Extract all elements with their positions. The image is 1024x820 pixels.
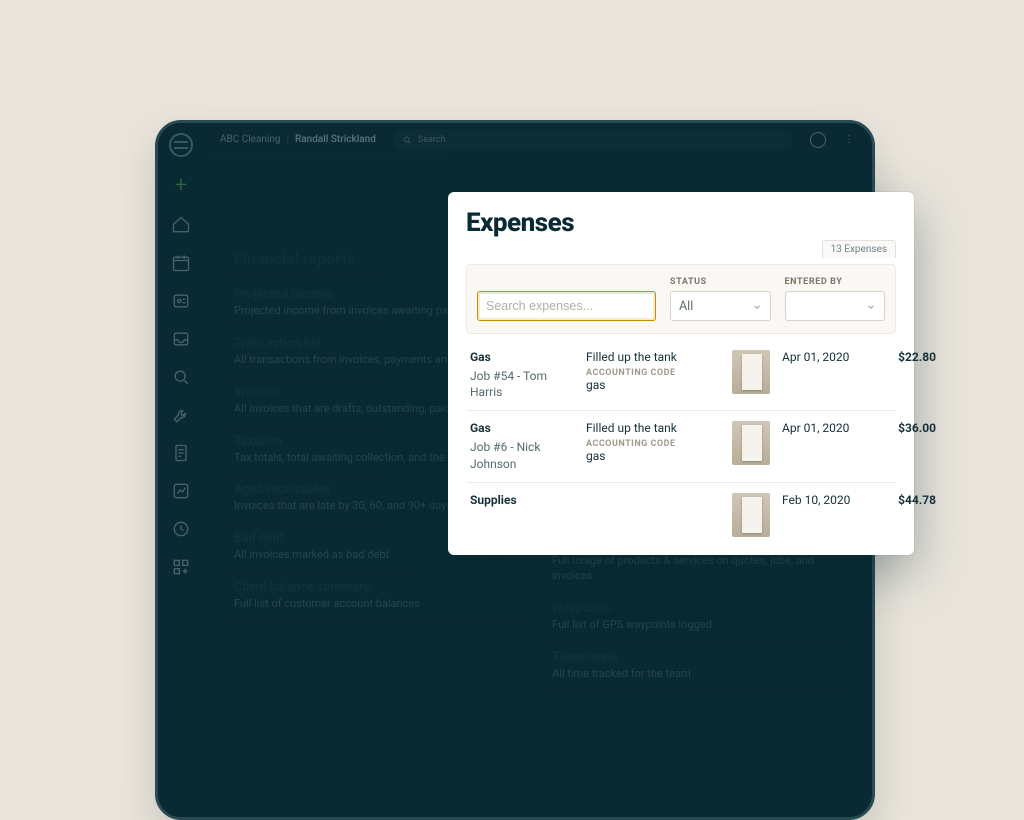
expense-amount: $22.80 bbox=[880, 350, 936, 364]
home-icon[interactable] bbox=[171, 215, 191, 235]
expense-amount: $36.00 bbox=[880, 421, 936, 435]
report-item[interactable]: Client balance summary Full list of custo… bbox=[232, 572, 526, 621]
breadcrumb-separator-icon: | bbox=[287, 134, 289, 145]
expenses-count-badge: 13 Expenses bbox=[822, 240, 896, 258]
more-icon[interactable]: ⋮ bbox=[844, 134, 856, 145]
receipt-thumb[interactable] bbox=[732, 493, 770, 537]
accounting-code: gas bbox=[586, 449, 726, 463]
inbox-icon[interactable] bbox=[171, 329, 191, 349]
accounting-code-label: ACCOUNTING CODE bbox=[586, 368, 726, 378]
chevron-down-icon bbox=[866, 301, 876, 311]
entered-by-select[interactable] bbox=[785, 291, 886, 321]
receipt-thumb[interactable] bbox=[732, 421, 770, 465]
create-icon[interactable]: + bbox=[175, 175, 187, 197]
search-expenses-input[interactable] bbox=[477, 291, 656, 321]
globe-icon[interactable] bbox=[810, 132, 826, 148]
apps-icon[interactable] bbox=[171, 557, 191, 577]
breadcrumb[interactable]: ABC Cleaning | Randall Strickland bbox=[220, 134, 376, 145]
entered-by-label: ENTERED BY bbox=[785, 277, 886, 287]
status-value: All bbox=[679, 299, 693, 314]
chart-icon[interactable] bbox=[171, 481, 191, 501]
expense-date: Apr 01, 2020 bbox=[782, 350, 874, 364]
status-select[interactable]: All bbox=[670, 291, 771, 321]
search-icon[interactable] bbox=[171, 367, 191, 387]
popup-title: Expenses bbox=[466, 208, 896, 238]
report-desc: Full list of GPS waypoints logged bbox=[552, 618, 842, 633]
expense-amount: $44.78 bbox=[880, 493, 936, 507]
breadcrumb-user: Randall Strickland bbox=[295, 134, 376, 145]
expense-row[interactable]: Gas Job #6 - Nick Johnson Filled up the ta… bbox=[466, 411, 896, 482]
breadcrumb-company: ABC Cleaning bbox=[220, 134, 281, 145]
search-icon bbox=[402, 135, 412, 145]
expense-job: Job #6 - Nick Johnson bbox=[470, 439, 580, 471]
accounting-code-label: ACCOUNTING CODE bbox=[586, 439, 726, 449]
clients-icon[interactable] bbox=[171, 291, 191, 311]
expense-name: Gas bbox=[470, 421, 580, 435]
report-desc: Full usage of products & services on quo… bbox=[552, 554, 842, 584]
report-item[interactable]: Waypoints Full list of GPS waypoints logg… bbox=[550, 593, 844, 642]
report-title: Timesheets bbox=[552, 650, 842, 665]
report-desc: Full list of customer account balances bbox=[234, 597, 524, 612]
expense-name: Supplies bbox=[470, 493, 580, 507]
top-bar: ABC Cleaning | Randall Strickland Search… bbox=[204, 123, 872, 157]
clock-icon[interactable] bbox=[171, 519, 191, 539]
wrench-icon[interactable] bbox=[171, 405, 191, 425]
accounting-code: gas bbox=[586, 378, 726, 392]
expenses-popup: Expenses 13 Expenses STATUS All ENTERED … bbox=[448, 192, 914, 555]
invoice-icon[interactable] bbox=[171, 443, 191, 463]
global-search[interactable]: Search bbox=[394, 130, 792, 150]
expense-job: Job #54 - Tom Harris bbox=[470, 368, 580, 400]
chevron-down-icon bbox=[752, 301, 762, 311]
brand-logo-icon bbox=[169, 133, 193, 157]
filter-bar: STATUS All ENTERED BY bbox=[466, 264, 896, 334]
expense-note: Filled up the tank bbox=[586, 421, 726, 435]
expenses-list: Gas Job #54 - Tom Harris Filled up the tan… bbox=[466, 340, 896, 547]
expense-name: Gas bbox=[470, 350, 580, 364]
report-desc: All time tracked for the team bbox=[552, 667, 842, 682]
receipt-thumb[interactable] bbox=[732, 350, 770, 394]
report-item[interactable]: Timesheets All time tracked for the team bbox=[550, 642, 844, 691]
expense-date: Feb 10, 2020 bbox=[782, 493, 874, 507]
expense-note: Filled up the tank bbox=[586, 350, 726, 364]
global-search-placeholder: Search bbox=[418, 135, 446, 145]
expense-row[interactable]: SuppliesFeb 10, 2020$44.78 bbox=[466, 483, 896, 547]
calendar-icon[interactable] bbox=[171, 253, 191, 273]
expense-row[interactable]: Gas Job #54 - Tom Harris Filled up the tan… bbox=[466, 340, 896, 411]
status-label: STATUS bbox=[670, 277, 771, 287]
report-title: Client balance summary bbox=[234, 580, 524, 595]
expense-date: Apr 01, 2020 bbox=[782, 421, 874, 435]
report-title: Waypoints bbox=[552, 601, 842, 616]
